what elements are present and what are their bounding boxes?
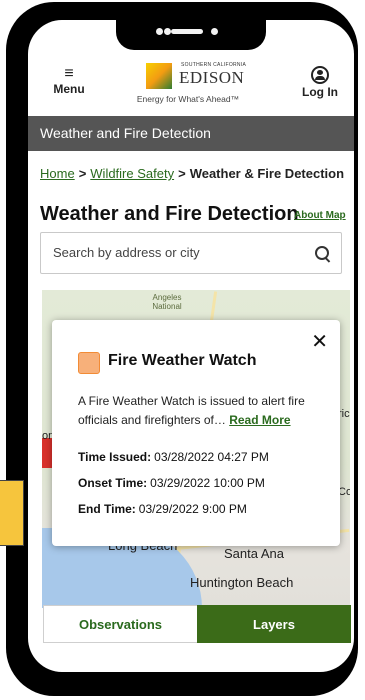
phone-frame: ≡ Menu SOUTHERN CALIFORNIA EDISON Energy…: [6, 2, 358, 696]
logo-tagline: Energy for What's Ahead™: [136, 94, 240, 104]
breadcrumb: Home > Wildfire Safety > Weather & Fire Dete…: [40, 166, 344, 181]
breadcrumb-wildfire-link[interactable]: Wildfire Safety: [90, 166, 174, 181]
map-label-angeles: Angeles National: [152, 293, 182, 311]
section-bar: Weather and Fire Detection: [28, 116, 354, 151]
edison-logo[interactable]: SOUTHERN CALIFORNIA EDISON Energy for Wh…: [123, 60, 253, 112]
read-more-link[interactable]: Read More: [229, 413, 290, 427]
tab-observations[interactable]: Observations: [43, 605, 197, 643]
end-time-row: End Time: 03/29/2022 9:00 PM: [78, 502, 247, 516]
end-time-value: 03/29/2022 9:00 PM: [138, 502, 247, 516]
onset-time-row: Onset Time: 03/29/2022 10:00 PM: [78, 476, 265, 490]
site-header: ≡ Menu SOUTHERN CALIFORNIA EDISON Energy…: [28, 54, 354, 116]
breadcrumb-separator: >: [178, 166, 186, 181]
search-icon[interactable]: [315, 246, 329, 260]
status-dot: [156, 28, 163, 35]
popup-description: A Fire Weather Watch is issued to alert …: [78, 392, 328, 430]
login-button[interactable]: Log In: [296, 66, 344, 99]
fire-weather-swatch: [78, 352, 100, 374]
map-label-huntington-beach: Huntington Beach: [190, 575, 294, 590]
breadcrumb-separator: >: [78, 166, 87, 181]
side-tab-handle[interactable]: [0, 480, 24, 546]
breadcrumb-home-link[interactable]: Home: [40, 166, 75, 181]
onset-time-value: 03/29/2022 10:00 PM: [150, 476, 265, 490]
map-label-santa-ana: Santa Ana: [224, 546, 284, 561]
time-issued-value: 03/28/2022 04:27 PM: [154, 450, 269, 464]
close-icon[interactable]: ✕: [311, 332, 328, 352]
status-dot: [164, 28, 171, 35]
edison-logo-mark: [146, 63, 172, 89]
time-issued-row: Time Issued: 03/28/2022 04:27 PM: [78, 450, 269, 464]
status-dot: [211, 28, 218, 35]
tab-layers[interactable]: Layers: [197, 605, 351, 643]
menu-button[interactable]: ≡ Menu: [48, 65, 90, 97]
login-label: Log In: [302, 85, 338, 99]
time-issued-label: Time Issued:: [78, 450, 152, 464]
phone-notch: [116, 20, 266, 50]
map-alert-marker[interactable]: [42, 438, 52, 468]
user-icon: [311, 66, 329, 84]
logo-name: EDISON: [179, 68, 245, 87]
about-map-link[interactable]: About Map: [294, 210, 346, 221]
end-time-label: End Time:: [78, 502, 136, 516]
page-title: Weather and Fire Detection: [40, 203, 299, 225]
search-box: [40, 232, 342, 274]
hamburger-icon: ≡: [64, 65, 74, 82]
status-bar-indicator: [171, 29, 203, 34]
map-tabs: Observations Layers: [43, 605, 351, 643]
menu-label: Menu: [53, 82, 85, 96]
screen: ≡ Menu SOUTHERN CALIFORNIA EDISON Energy…: [28, 20, 354, 672]
popup-title: Fire Weather Watch: [108, 352, 257, 369]
breadcrumb-current: Weather & Fire Detection: [189, 166, 345, 181]
search-input[interactable]: [51, 244, 305, 261]
onset-time-label: Onset Time:: [78, 476, 148, 490]
fire-weather-popup: ✕ Fire Weather Watch A Fire Weather Watc…: [52, 320, 340, 546]
